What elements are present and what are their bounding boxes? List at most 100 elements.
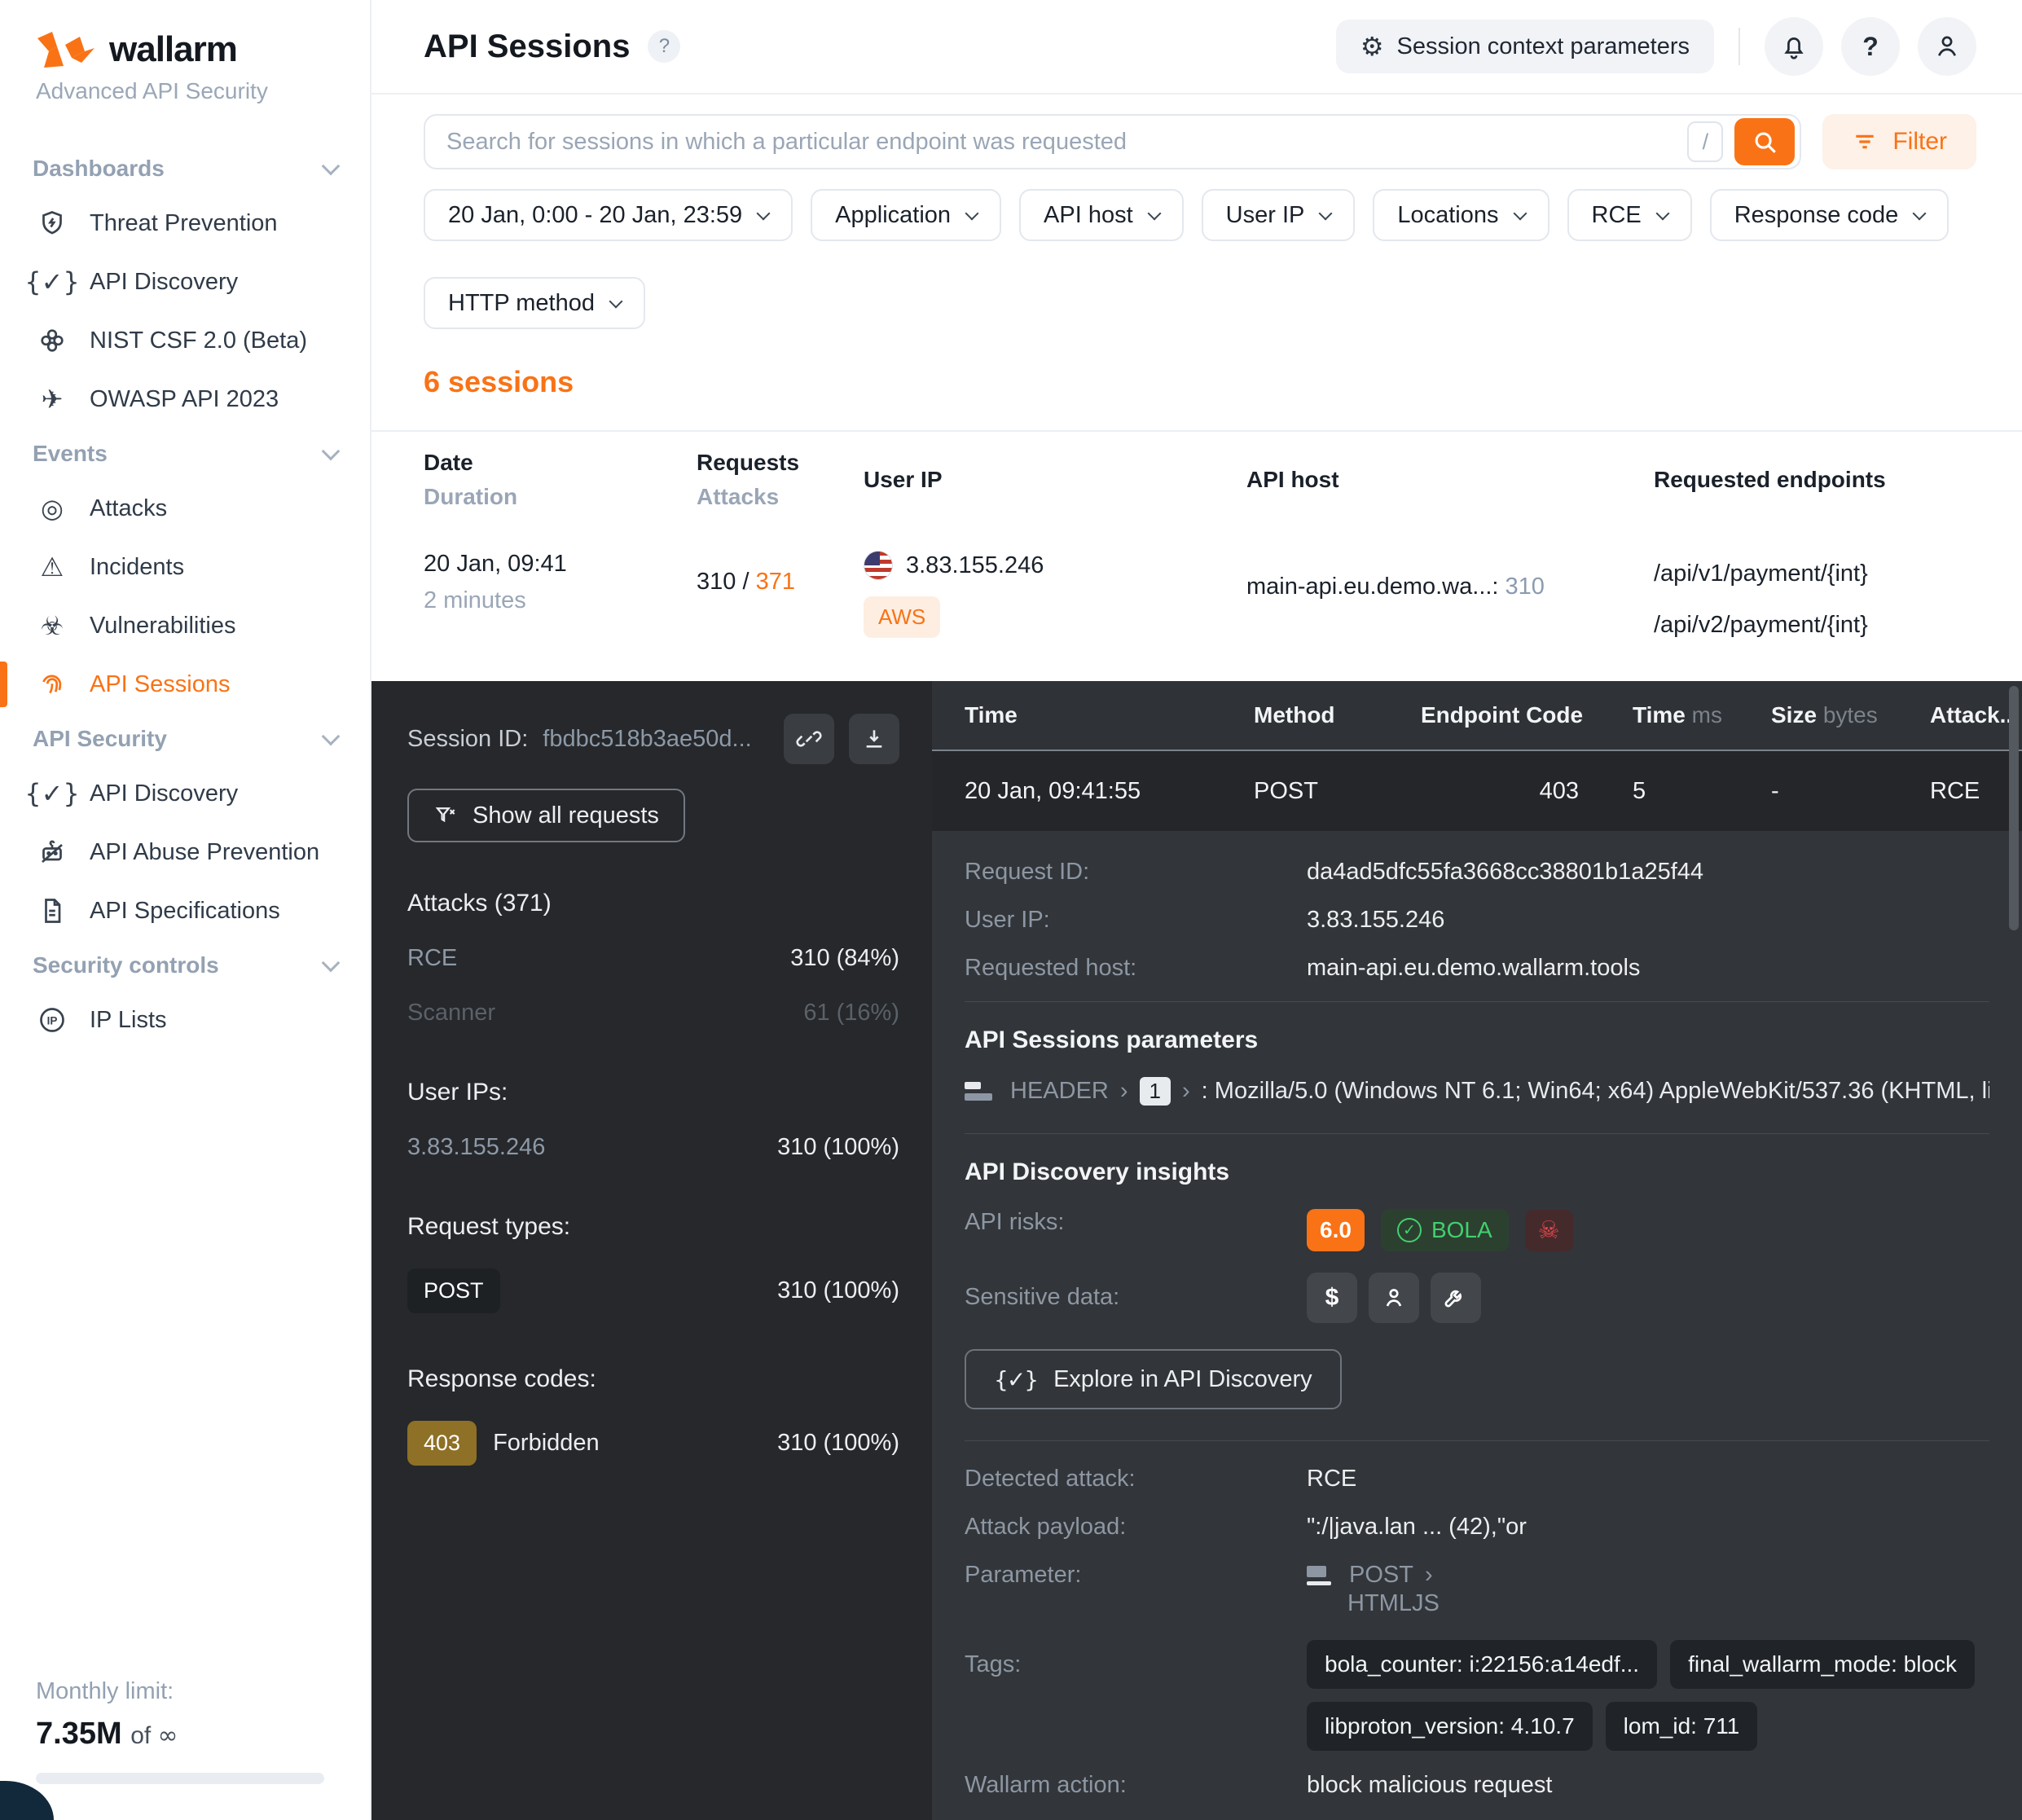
chevron-down-icon <box>1319 207 1333 221</box>
sidebar-item-threat-prevention[interactable]: Threat Prevention <box>0 194 370 253</box>
sidebar-item-incidents[interactable]: ⚠ Incidents <box>0 538 370 596</box>
session-id-value: fbdbc518b3ae50d... <box>543 726 769 753</box>
param-value: : Mozilla/5.0 (Windows NT 6.1; Win64; x6… <box>1202 1078 1989 1105</box>
braces-check-icon: {✓} <box>994 1366 1037 1393</box>
sidebar-item-vulnerabilities[interactable]: ☣ Vulnerabilities <box>0 596 370 655</box>
tag: bola_counter: i:22156:a14edf... <box>1307 1640 1657 1689</box>
page-header: API Sessions ? ⚙ Session context paramet… <box>371 0 2022 95</box>
sidebar-item-ip-lists[interactable]: IP IP Lists <box>0 991 370 1049</box>
chip-http-method[interactable]: HTTP method <box>424 277 645 329</box>
session-row[interactable]: 20 Jan, 09:41 2 minutes 310 / 371 3.83.1… <box>371 530 2022 681</box>
col-endpoints: Requested endpoints <box>1654 467 1998 493</box>
chip-response-code[interactable]: Response code <box>1710 189 1949 241</box>
person-data-icon[interactable] <box>1369 1273 1419 1323</box>
chevron-down-icon <box>965 207 979 221</box>
wrench-icon[interactable] <box>1431 1273 1481 1323</box>
page-help-icon[interactable]: ? <box>648 30 680 63</box>
robot-blocked-icon <box>36 836 68 868</box>
sidebar-item-label: IP Lists <box>90 1007 167 1034</box>
chip-date-range[interactable]: 20 Jan, 0:00 - 20 Jan, 23:59 <box>424 189 793 241</box>
session-id-label: Session ID: <box>407 726 528 753</box>
sidebar-item-nist-csf[interactable]: NIST CSF 2.0 (Beta) <box>0 311 370 370</box>
session-context-parameters-button[interactable]: ⚙ Session context parameters <box>1336 20 1714 73</box>
sidebar-item-owasp[interactable]: ✈ OWASP API 2023 <box>0 370 370 429</box>
sidebar-item-api-discovery[interactable]: {✓} API Discovery <box>0 253 370 311</box>
sidebar-item-label: API Sessions <box>90 671 230 698</box>
session-date: 20 Jan, 09:41 <box>424 551 697 578</box>
clover-icon <box>36 324 68 357</box>
post-method-badge: POST <box>407 1268 500 1313</box>
sidebar: wallarm Advanced API Security Dashboards… <box>0 0 371 1820</box>
brand-subtitle: Advanced API Security <box>0 78 370 104</box>
scrollbar-thumb[interactable] <box>2009 686 2019 930</box>
sessions-table-header: Date Duration Requests Attacks User IP A… <box>371 432 2022 530</box>
chevron-down-icon <box>322 728 341 746</box>
col-attacks: Attacks <box>697 484 864 510</box>
search-box: / <box>424 114 1801 169</box>
tag: lom_id: 711 <box>1606 1702 1758 1751</box>
request-time: 20 Jan, 09:41:55 <box>965 778 1254 805</box>
parameter-path: POST › <box>1307 1562 1989 1589</box>
sidebar-item-label: Incidents <box>90 554 184 581</box>
warning-icon: ⚠ <box>36 551 68 583</box>
search-button[interactable] <box>1734 118 1795 165</box>
session-parameter: HEADER › 1 › : Mozilla/5.0 (Windows NT 6… <box>965 1077 1989 1106</box>
dollar-icon[interactable]: $ <box>1307 1273 1357 1323</box>
sidebar-item-attacks[interactable]: ◎ Attacks <box>0 479 370 538</box>
paper-plane-icon: ✈ <box>36 383 68 415</box>
chip-user-ip[interactable]: User IP <box>1202 189 1356 241</box>
chip-rce[interactable]: RCE <box>1567 189 1692 241</box>
sidebar-section-security-controls[interactable]: Security controls <box>0 940 370 991</box>
sidebar-item-api-sessions[interactable]: API Sessions <box>0 655 370 714</box>
chip-locations[interactable]: Locations <box>1373 189 1549 241</box>
header-param-icon <box>965 1082 992 1101</box>
attack-stat-rce: RCE 310 (84%) <box>407 945 899 972</box>
explore-api-discovery-button[interactable]: {✓} Explore in API Discovery <box>965 1349 1342 1409</box>
bola-badge[interactable]: ✓ BOLA <box>1381 1209 1509 1251</box>
request-time-ms: 5 <box>1633 778 1771 805</box>
notifications-button[interactable] <box>1765 17 1823 76</box>
chip-api-host[interactable]: API host <box>1019 189 1184 241</box>
download-button[interactable] <box>849 714 899 764</box>
filter-button[interactable]: Filter <box>1822 114 1976 169</box>
svg-text:IP: IP <box>47 1014 58 1026</box>
col-duration: Duration <box>424 484 697 510</box>
session-user-ip: 3.83.155.246 <box>906 552 1044 579</box>
api-sessions-parameters-title: API Sessions parameters <box>965 1026 1989 1054</box>
parameter-row: Parameter: POST › HTMLJS <box>965 1562 1989 1619</box>
skull-badge[interactable]: ☠ <box>1525 1210 1573 1251</box>
col-size: Size bytes <box>1771 702 1930 728</box>
sidebar-item-api-specifications[interactable]: API Specifications <box>0 881 370 940</box>
divider <box>965 1440 1989 1441</box>
sidebar-item-api-discovery-2[interactable]: {✓} API Discovery <box>0 764 370 823</box>
question-icon: ? <box>1862 32 1879 62</box>
session-detail-panel: Session ID: fbdbc518b3ae50d... Show all … <box>371 681 2022 1820</box>
sessions-table: Date Duration Requests Attacks User IP A… <box>371 430 2022 681</box>
request-row-selected[interactable]: 20 Jan, 09:41:55 POST 403 5 - RCE <box>932 751 2022 831</box>
sidebar-section-api-security[interactable]: API Security <box>0 714 370 764</box>
sidebar-section-events[interactable]: Events <box>0 429 370 479</box>
search-input[interactable] <box>446 129 1687 156</box>
copy-link-button[interactable] <box>784 714 834 764</box>
user-ip-value: 3.83.155.246 <box>1307 907 1989 934</box>
person-icon <box>1932 32 1962 61</box>
chevron-down-icon <box>322 442 341 461</box>
request-type-stat: POST 310 (100%) <box>407 1268 899 1313</box>
attack-payload-row: Attack payload: ":/|java.lan ... (42),"o… <box>965 1514 1989 1541</box>
target-icon: ◎ <box>36 492 68 525</box>
chip-application[interactable]: Application <box>811 189 1001 241</box>
response-codes-label: Response codes: <box>407 1365 899 1393</box>
request-types-label: Request types: <box>407 1213 899 1241</box>
help-button[interactable]: ? <box>1841 17 1900 76</box>
search-row: / Filter <box>371 95 2022 169</box>
session-api-host: main-api.eu.demo.wa...: 310 <box>1246 574 1654 600</box>
sidebar-section-dashboards[interactable]: Dashboards <box>0 143 370 194</box>
sidebar-item-api-abuse-prevention[interactable]: API Abuse Prevention <box>0 823 370 881</box>
user-ips-label: User IPs: <box>407 1079 899 1106</box>
account-button[interactable] <box>1918 17 1976 76</box>
show-all-requests-button[interactable]: Show all requests <box>407 789 685 842</box>
endpoint: /api/v2/payment/{int} <box>1654 605 1998 657</box>
main-area: API Sessions ? ⚙ Session context paramet… <box>371 0 2022 1820</box>
tag: libproton_version: 4.10.7 <box>1307 1702 1593 1751</box>
slash-shortcut-badge: / <box>1687 121 1723 162</box>
